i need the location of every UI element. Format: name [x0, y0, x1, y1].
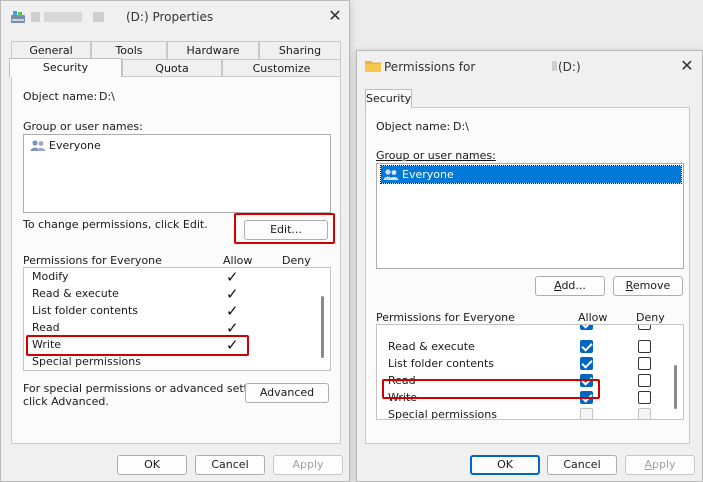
allow-checkbox[interactable]: [580, 374, 593, 387]
user-listbox[interactable]: Everyone: [23, 134, 331, 213]
add-button[interactable]: Add...: [535, 276, 605, 296]
group-label: Group or user names:: [376, 149, 496, 162]
perm-row-read: Read: [32, 321, 60, 334]
deny-checkbox[interactable]: [638, 340, 651, 353]
object-name-value: D:\: [453, 120, 469, 133]
perm-row-modify: Modify: [32, 270, 69, 283]
apply-button[interactable]: Apply: [625, 455, 695, 475]
close-icon[interactable]: ✕: [325, 6, 345, 26]
allow-checkbox[interactable]: [580, 340, 593, 353]
permissions-titlebar: Permissions for (D:) ✕: [357, 51, 702, 83]
tab-customize[interactable]: Customize: [222, 59, 341, 77]
security-panel: Object name: D:\ Group or user names: Ev…: [365, 107, 690, 444]
tab-hardware[interactable]: Hardware: [167, 41, 259, 59]
window-title: (D:) Properties: [126, 10, 214, 24]
tab-general[interactable]: General: [11, 41, 91, 59]
tab-quota[interactable]: Quota: [122, 59, 222, 77]
perm-row-write: Write: [388, 391, 418, 404]
group-label: Group or user names:: [23, 120, 143, 133]
deny-checkbox[interactable]: [638, 325, 651, 330]
user-name: Everyone: [402, 168, 454, 181]
edit-button[interactable]: Edit...: [244, 220, 328, 240]
redacted-name: [31, 12, 40, 22]
advanced-button[interactable]: Advanced: [245, 383, 329, 403]
tab-sharing[interactable]: Sharing: [259, 41, 341, 59]
allow-checkbox: [580, 408, 593, 419]
perm-row-list-folder: List folder contents: [32, 304, 138, 317]
folder-icon: [365, 61, 381, 72]
window-title-prefix: Permissions for: [384, 60, 476, 74]
redacted-name: [44, 12, 82, 22]
scrollbar[interactable]: [674, 365, 677, 409]
perm-for-label: Permissions for Everyone: [376, 311, 515, 324]
allow-checkbox[interactable]: [580, 357, 593, 370]
perm-row-list-folder: List folder contents: [388, 357, 494, 370]
apply-button[interactable]: Apply: [273, 455, 343, 475]
ok-button[interactable]: OK: [117, 455, 187, 475]
list-item[interactable]: Everyone: [28, 137, 103, 154]
user-listbox[interactable]: Everyone: [376, 163, 684, 269]
redacted-name: [552, 61, 557, 71]
special-text: For special permissions or advanced sett…: [23, 382, 275, 395]
window-title-suffix: (D:): [558, 60, 581, 74]
ok-button[interactable]: OK: [470, 455, 540, 475]
check-icon: ✓: [226, 302, 239, 320]
object-name-label: Object name:: [376, 120, 451, 133]
perm-row-special: Special permissions: [32, 355, 141, 368]
allow-checkbox[interactable]: [580, 391, 593, 404]
deny-header: Deny: [636, 311, 665, 324]
permissions-window: Permissions for (D:) ✕ Security Object n…: [356, 50, 703, 482]
allow-checkbox[interactable]: [580, 325, 593, 330]
cancel-button[interactable]: Cancel: [195, 455, 265, 475]
close-icon[interactable]: ✕: [677, 56, 697, 76]
allow-header: Allow: [578, 311, 608, 324]
check-icon: ✓: [226, 336, 239, 354]
tab-security[interactable]: Security: [365, 89, 412, 108]
check-icon: ✓: [226, 268, 239, 286]
perm-row-read: Read: [388, 374, 416, 387]
permissions-list: Modify Read & execute List folder conten…: [23, 267, 331, 371]
object-name-value: D:\: [99, 90, 115, 103]
deny-checkbox[interactable]: [638, 391, 651, 404]
check-icon: ✓: [226, 319, 239, 337]
redacted-name: [93, 12, 104, 22]
object-name-label: Object name:: [23, 90, 98, 103]
properties-titlebar: (D:) Properties ✕: [1, 1, 349, 33]
deny-checkbox[interactable]: [638, 374, 651, 387]
perm-row-write: Write: [32, 338, 62, 351]
check-icon: ✓: [226, 285, 239, 303]
tab-tools[interactable]: Tools: [91, 41, 167, 59]
users-icon: [383, 169, 399, 180]
permissions-list: Read & execute List folder contents Read…: [376, 324, 684, 420]
cancel-button[interactable]: Cancel: [547, 455, 617, 475]
allow-header: Allow: [223, 254, 253, 267]
users-icon: [30, 140, 46, 151]
drive-icon: [11, 11, 25, 23]
remove-button[interactable]: Remove: [613, 276, 683, 296]
deny-checkbox[interactable]: [638, 357, 651, 370]
perm-row-special: Special permissions: [388, 408, 497, 420]
perm-for-label: Permissions for Everyone: [23, 254, 162, 267]
security-panel: Object name: D:\ Group or user names: Ev…: [11, 76, 341, 444]
perm-row-read-execute: Read & execute: [32, 287, 119, 300]
deny-header: Deny: [282, 254, 311, 267]
tab-security[interactable]: Security: [9, 58, 122, 77]
list-item[interactable]: Everyone: [380, 165, 682, 184]
change-perm-text: To change permissions, click Edit.: [23, 218, 208, 231]
deny-checkbox: [638, 408, 651, 419]
properties-window: (D:) Properties ✕ General Tools Hardware…: [0, 0, 350, 482]
special-text: click Advanced.: [23, 395, 109, 408]
user-name: Everyone: [49, 139, 101, 152]
scrollbar[interactable]: [321, 296, 324, 358]
perm-row-read-execute: Read & execute: [388, 340, 475, 353]
